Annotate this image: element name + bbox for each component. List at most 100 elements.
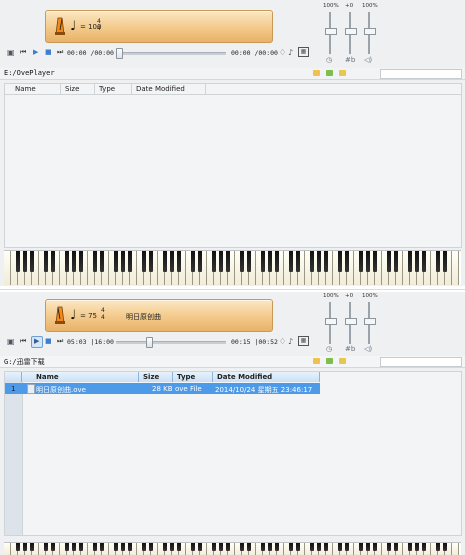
- metronome-volume-fader[interactable]: 100% ◷: [323, 292, 339, 355]
- bulb-icon[interactable]: ♢: [279, 48, 286, 57]
- black-key[interactable]: [436, 251, 440, 272]
- black-key[interactable]: [408, 543, 412, 551]
- black-key[interactable]: [359, 251, 363, 272]
- file-list[interactable]: Name Size Type Date Modified: [4, 83, 462, 248]
- black-key[interactable]: [44, 251, 48, 272]
- folder-up-icon[interactable]: [313, 70, 320, 76]
- stop-button[interactable]: ■: [45, 337, 52, 345]
- black-key[interactable]: [170, 543, 174, 551]
- black-key[interactable]: [268, 251, 272, 272]
- folder-open-icon[interactable]: [339, 358, 346, 364]
- keyboard-view-icon[interactable]: ▦: [298, 336, 309, 346]
- black-key[interactable]: [177, 251, 181, 272]
- black-key[interactable]: [366, 251, 370, 272]
- black-key[interactable]: [72, 543, 76, 551]
- table-row[interactable]: 1 明日原创曲.ove 28 KB ove File 2014/10/24 星期…: [5, 383, 320, 394]
- white-key[interactable]: [452, 543, 459, 555]
- black-key[interactable]: [275, 251, 279, 272]
- black-key[interactable]: [373, 543, 377, 551]
- column-type[interactable]: Type: [173, 372, 213, 382]
- black-key[interactable]: [247, 543, 251, 551]
- black-key[interactable]: [121, 543, 125, 551]
- black-key[interactable]: [16, 251, 20, 272]
- white-key[interactable]: [452, 251, 459, 285]
- black-key[interactable]: [443, 543, 447, 551]
- black-key[interactable]: [121, 251, 125, 272]
- pause-button[interactable]: ▶: [31, 336, 43, 348]
- white-key[interactable]: [4, 543, 11, 555]
- column-name[interactable]: Name: [22, 372, 139, 382]
- column-date-modified[interactable]: Date Modified: [132, 84, 206, 94]
- black-key[interactable]: [163, 251, 167, 272]
- black-key[interactable]: [163, 543, 167, 551]
- black-key[interactable]: [296, 251, 300, 272]
- black-key[interactable]: [16, 543, 20, 551]
- black-key[interactable]: [317, 251, 321, 272]
- black-key[interactable]: [415, 251, 419, 272]
- next-button[interactable]: ⏭: [57, 48, 63, 57]
- black-key[interactable]: [149, 251, 153, 272]
- seek-track[interactable]: [116, 52, 226, 55]
- black-key[interactable]: [226, 543, 230, 551]
- black-key[interactable]: [443, 251, 447, 272]
- black-key[interactable]: [415, 543, 419, 551]
- column-type[interactable]: Type: [95, 84, 132, 94]
- black-key[interactable]: [240, 543, 244, 551]
- next-button[interactable]: ⏭: [57, 337, 63, 346]
- black-key[interactable]: [394, 543, 398, 551]
- black-key[interactable]: [219, 543, 223, 551]
- black-key[interactable]: [226, 251, 230, 272]
- black-key[interactable]: [114, 543, 118, 551]
- previous-button[interactable]: ⏮: [20, 48, 26, 57]
- black-key[interactable]: [128, 543, 132, 551]
- black-key[interactable]: [373, 251, 377, 272]
- black-key[interactable]: [51, 543, 55, 551]
- black-key[interactable]: [289, 543, 293, 551]
- black-key[interactable]: [345, 251, 349, 272]
- black-key[interactable]: [219, 251, 223, 272]
- black-key[interactable]: [170, 251, 174, 272]
- seek-thumb[interactable]: [146, 337, 154, 348]
- black-key[interactable]: [324, 543, 328, 551]
- black-key[interactable]: [317, 543, 321, 551]
- pitch-fader[interactable]: +0 #b: [343, 0, 357, 65]
- play-button[interactable]: ▶: [33, 48, 38, 56]
- black-key[interactable]: [240, 251, 244, 272]
- black-key[interactable]: [338, 251, 342, 272]
- black-key[interactable]: [79, 543, 83, 551]
- previous-button[interactable]: ⏮: [20, 337, 26, 346]
- black-key[interactable]: [324, 251, 328, 272]
- score-icon[interactable]: ♪: [288, 48, 293, 57]
- seek-track[interactable]: [116, 341, 226, 344]
- stop-button[interactable]: ■: [45, 48, 52, 56]
- folder-refresh-icon[interactable]: [326, 358, 333, 364]
- black-key[interactable]: [100, 251, 104, 272]
- black-key[interactable]: [212, 543, 216, 551]
- black-key[interactable]: [275, 543, 279, 551]
- search-input[interactable]: [380, 357, 462, 367]
- black-key[interactable]: [422, 251, 426, 272]
- black-key[interactable]: [142, 543, 146, 551]
- white-key[interactable]: [4, 251, 11, 285]
- column-size[interactable]: Size: [139, 372, 173, 382]
- black-key[interactable]: [30, 251, 34, 272]
- black-key[interactable]: [310, 251, 314, 272]
- piano-keyboard[interactable]: [4, 542, 461, 555]
- metronome-volume-fader[interactable]: 100% ◷: [323, 0, 339, 65]
- black-key[interactable]: [65, 251, 69, 272]
- save-icon[interactable]: ▣: [7, 337, 15, 346]
- column-name[interactable]: Name: [5, 84, 61, 94]
- score-icon[interactable]: ♪: [288, 337, 293, 346]
- black-key[interactable]: [44, 543, 48, 551]
- black-key[interactable]: [387, 543, 391, 551]
- pitch-fader[interactable]: +0 #b: [343, 292, 357, 355]
- black-key[interactable]: [142, 251, 146, 272]
- black-key[interactable]: [422, 543, 426, 551]
- black-key[interactable]: [30, 543, 34, 551]
- folder-up-icon[interactable]: [313, 358, 320, 364]
- black-key[interactable]: [387, 251, 391, 272]
- black-key[interactable]: [79, 251, 83, 272]
- black-key[interactable]: [310, 543, 314, 551]
- black-key[interactable]: [268, 543, 272, 551]
- black-key[interactable]: [394, 251, 398, 272]
